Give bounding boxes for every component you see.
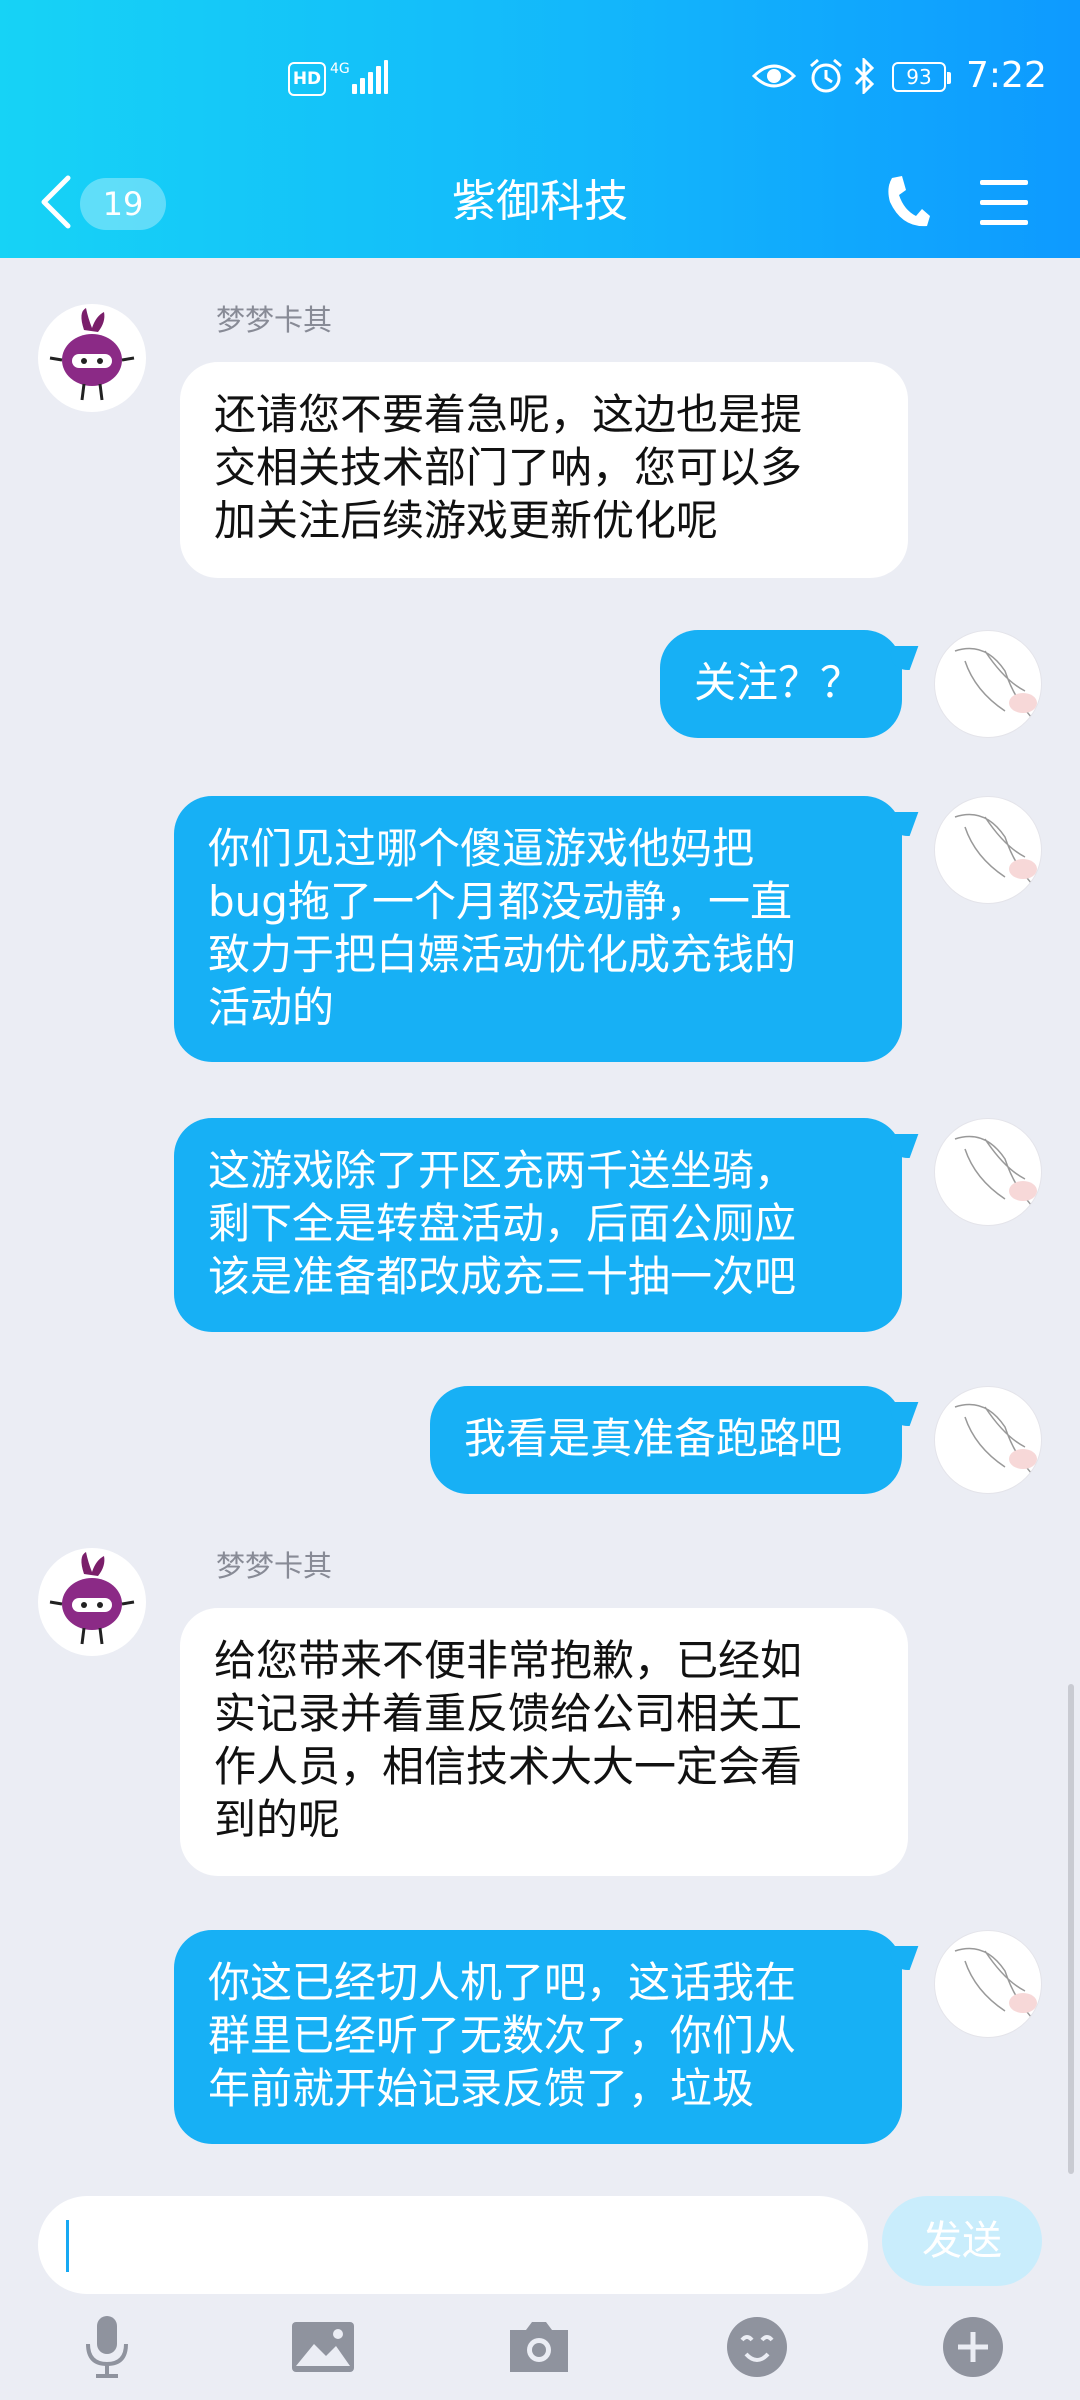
nav-bar: 19 紫御科技 <box>0 150 1080 258</box>
microphone-icon[interactable] <box>72 2312 142 2382</box>
header: HD 4G 93 7:22 19 紫御科技 <box>0 0 1080 258</box>
menu-icon[interactable] <box>978 168 1030 236</box>
sketch-avatar-icon <box>954 1135 1037 1210</box>
contact-avatar[interactable] <box>38 1548 146 1656</box>
hd-indicator: HD <box>288 62 326 96</box>
phone-icon[interactable] <box>882 172 932 232</box>
message-bubble-outgoing[interactable]: 关注？？ <box>660 630 902 738</box>
user-avatar[interactable] <box>934 1386 1042 1494</box>
scrollbar[interactable] <box>1068 1684 1074 2174</box>
composer: 发送 <box>0 2172 1080 2302</box>
message-bubble-outgoing[interactable]: 这游戏除了开区充两千送坐骑， 剩下全是转盘活动，后面公厕应 该是准备都改成充三十… <box>174 1118 902 1332</box>
input-toolbar <box>0 2300 1080 2400</box>
bluetooth-icon <box>854 58 875 94</box>
mascot-icon <box>49 308 135 401</box>
signal-icon <box>352 60 388 94</box>
status-bar: HD 4G 93 7:22 <box>0 0 1080 160</box>
user-avatar[interactable] <box>934 1118 1042 1226</box>
message-bubble-outgoing[interactable]: 我看是真准备跑路吧 <box>430 1386 902 1494</box>
text-caret <box>66 2220 69 2272</box>
message-bubble-incoming[interactable]: 给您带来不便非常抱歉，已经如 实记录并着重反馈给公司相关工 作人员，相信技术大大… <box>180 1608 908 1876</box>
image-icon[interactable] <box>288 2312 358 2382</box>
sketch-avatar-icon <box>954 1403 1037 1478</box>
sketch-avatar-icon <box>954 1947 1037 2022</box>
clock: 7:22 <box>966 55 1047 96</box>
eye-comfort-icon <box>752 64 796 88</box>
user-avatar[interactable] <box>934 1930 1042 2038</box>
sender-name: 梦梦卡其 <box>216 1549 333 1583</box>
message-bubble-incoming[interactable]: 还请您不要着急呢，这边也是提 交相关技术部门了呐，您可以多 加关注后续游戏更新优… <box>180 362 908 578</box>
send-button[interactable]: 发送 <box>882 2196 1042 2286</box>
sketch-avatar-icon <box>954 813 1037 888</box>
sketch-avatar-icon <box>954 647 1037 722</box>
mascot-icon <box>49 1552 135 1645</box>
emoji-icon[interactable] <box>722 2312 792 2382</box>
message-input[interactable] <box>38 2196 868 2294</box>
user-avatar[interactable] <box>934 796 1042 904</box>
sender-name: 梦梦卡其 <box>216 303 333 337</box>
message-bubble-outgoing[interactable]: 你们见过哪个傻逼游戏他妈把 bug拖了一个月都没动静，一直 致力于把白嫖活动优化… <box>174 796 902 1062</box>
battery-indicator: 93 <box>892 62 951 92</box>
alarm-icon <box>810 58 842 93</box>
message-bubble-outgoing[interactable]: 你这已经切人机了吧，这话我在 群里已经听了无数次了，你们从 年前就开始记录反馈了… <box>174 1930 902 2144</box>
user-avatar[interactable] <box>934 630 1042 738</box>
plus-icon[interactable] <box>938 2312 1008 2382</box>
network-type: 4G <box>330 61 350 77</box>
contact-avatar[interactable] <box>38 304 146 412</box>
camera-icon[interactable] <box>504 2312 574 2382</box>
